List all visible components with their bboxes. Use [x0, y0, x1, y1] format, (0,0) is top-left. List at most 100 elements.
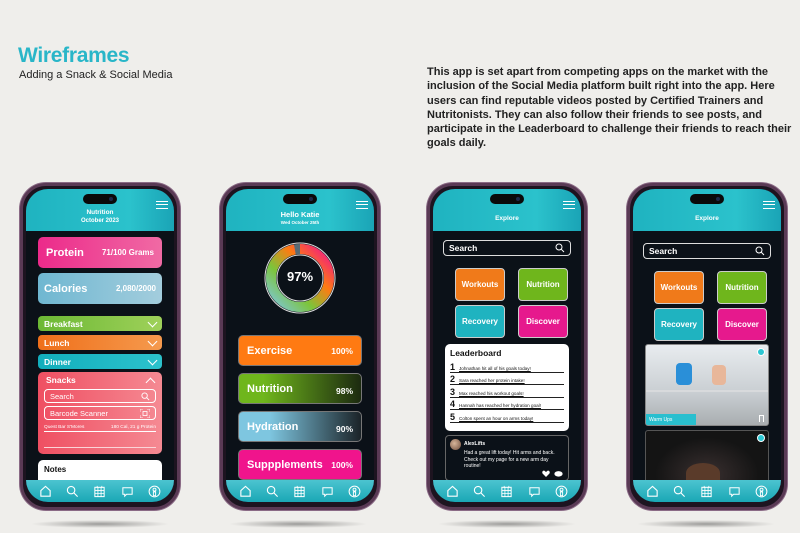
breakfast-dropdown[interactable]: Breakfast [38, 316, 162, 331]
calories-card[interactable]: Calories 2,080/2000 [38, 273, 162, 304]
header-date: October 2023 [80, 218, 120, 224]
discover-tile[interactable]: Discover [518, 305, 568, 338]
search-icon[interactable] [266, 485, 279, 498]
video-label: Warm Ups [646, 414, 696, 425]
calendar-icon[interactable] [700, 485, 713, 498]
chat-icon[interactable] [528, 485, 541, 498]
hamburger-menu-icon[interactable] [356, 201, 368, 209]
hamburger-menu-icon[interactable] [563, 201, 575, 209]
dinner-label: Dinner [44, 356, 71, 367]
profile-icon[interactable] [555, 485, 568, 498]
bottom-nav [633, 480, 781, 502]
leaderboard-row[interactable]: 1 Johnathan hit all of his goals today! [450, 360, 564, 373]
camera-notch [490, 194, 524, 204]
recovery-tile[interactable]: Recovery [455, 305, 505, 338]
rank: 3 [450, 386, 456, 397]
hamburger-menu-icon[interactable] [156, 201, 168, 209]
profile-icon[interactable] [348, 485, 361, 498]
exercise-stat[interactable]: Exercise 100% [238, 335, 362, 366]
phone-dashboard: Hello Katie Wed October 25th 97% Exercis… [220, 183, 380, 510]
recovery-tile[interactable]: Recovery [654, 308, 704, 341]
nutrition-value: 98% [335, 386, 353, 396]
app-header: Nutrition October 2023 [26, 189, 174, 231]
nutrition-stat[interactable]: Nutrition 98% [238, 373, 362, 404]
nutrition-label: Nutrition [247, 382, 293, 395]
avatar[interactable] [450, 439, 461, 450]
camera-notch [283, 194, 317, 204]
snack-item-info: 180 Cal, 21 g Protein [110, 425, 156, 430]
entry-text: Johnathan hit all of his goals today! [459, 365, 531, 371]
social-post[interactable]: AlexLifts Had a great lift today! Hit ar… [445, 435, 569, 481]
bookmark-icon[interactable] [759, 415, 764, 422]
calendar-icon[interactable] [500, 485, 513, 498]
profile-icon[interactable] [755, 485, 768, 498]
home-icon[interactable] [646, 485, 659, 498]
supplements-value: 100% [331, 459, 353, 470]
verified-badge-icon [757, 434, 765, 442]
chat-icon[interactable] [728, 485, 741, 498]
warm-ups-video-thumbnail[interactable]: Warm Ups [645, 344, 769, 426]
supplements-label: Suppplements [247, 458, 323, 471]
profile-icon[interactable] [148, 485, 161, 498]
chat-icon[interactable] [321, 485, 334, 498]
trainer-figure [712, 365, 726, 385]
discover-tile[interactable]: Discover [717, 308, 767, 341]
exercise-label: Exercise [247, 344, 293, 357]
rank: 1 [450, 361, 456, 372]
header-title: Hello Katie [280, 210, 320, 219]
barcode-scanner-button[interactable]: Barcode Scanner [44, 406, 156, 420]
leaderboard-row[interactable]: 5 Colton spent an hour on arms today! [450, 410, 564, 423]
workouts-tile[interactable]: Workouts [455, 268, 505, 301]
header-title: Explore [495, 215, 519, 222]
post-actions [542, 470, 563, 477]
nutrition-tile[interactable]: Nutrition [717, 271, 767, 304]
phone-nutrition: Nutrition October 2023 Protein 71/100 Gr… [20, 183, 180, 510]
trainer-figure [676, 363, 692, 385]
barcode-label: Barcode Scanner [50, 408, 108, 418]
heart-icon[interactable] [542, 470, 550, 477]
search-icon[interactable] [673, 485, 686, 498]
bottom-nav [433, 480, 581, 502]
explore-search-input[interactable]: Search [443, 240, 571, 256]
camera-notch [83, 194, 117, 204]
calories-value: 2,080/2000 [115, 284, 156, 293]
calendar-icon[interactable] [293, 485, 306, 498]
search-icon[interactable] [66, 485, 79, 498]
snacks-panel: Snacks Search Barcode Scanner Quest Bar … [38, 372, 162, 454]
chevron-down-icon [147, 355, 158, 365]
explore-search-input[interactable]: Search [643, 243, 771, 259]
home-icon[interactable] [239, 485, 252, 498]
calendar-icon[interactable] [93, 485, 106, 498]
hamburger-menu-icon[interactable] [763, 201, 775, 209]
snack-search-input[interactable]: Search [44, 389, 156, 403]
snacks-label: Snacks [46, 375, 76, 385]
comment-icon[interactable] [554, 470, 563, 477]
dinner-dropdown[interactable]: Dinner [38, 354, 162, 369]
bottom-nav [26, 480, 174, 502]
snack-item[interactable]: Quest Bar S'Mores 180 Cal, 21 g Protein [44, 425, 156, 432]
leaderboard-row[interactable]: 4 Hannah has reached her hydration goal! [450, 398, 564, 410]
hydration-value: 90% [335, 424, 353, 434]
lunch-dropdown[interactable]: Lunch [38, 335, 162, 350]
supplements-stat[interactable]: Suppplements 100% [238, 449, 362, 480]
chat-icon[interactable] [121, 485, 134, 498]
hydration-stat[interactable]: Hydration 90% [238, 411, 362, 442]
post-author[interactable]: AlexLifts [464, 441, 485, 447]
snacks-header[interactable]: Snacks [46, 375, 156, 388]
phone-shadow [437, 520, 577, 528]
leaderboard-card: Leaderboard 1 Johnathan hit all of his go… [445, 344, 569, 431]
home-icon[interactable] [446, 485, 459, 498]
entry-text: Max reached his workout goals! [459, 390, 524, 396]
workouts-tile[interactable]: Workouts [654, 271, 704, 304]
header-title: Nutrition [86, 209, 114, 216]
entry-text: Colton spent an hour on arms today! [459, 415, 534, 421]
nutrition-tile[interactable]: Nutrition [518, 268, 568, 301]
search-icon[interactable] [473, 485, 486, 498]
screen-dashboard: Hello Katie Wed October 25th 97% Exercis… [226, 189, 374, 502]
leaderboard-row[interactable]: 2 Sara reached her protein intake! [450, 373, 564, 385]
protein-card[interactable]: Protein 71/100 Grams [38, 237, 162, 268]
chevron-down-icon [147, 336, 158, 346]
leaderboard-row[interactable]: 3 Max reached his workout goals! [450, 385, 564, 398]
entry-text: Sara reached her protein intake! [459, 378, 525, 383]
home-icon[interactable] [39, 485, 52, 498]
